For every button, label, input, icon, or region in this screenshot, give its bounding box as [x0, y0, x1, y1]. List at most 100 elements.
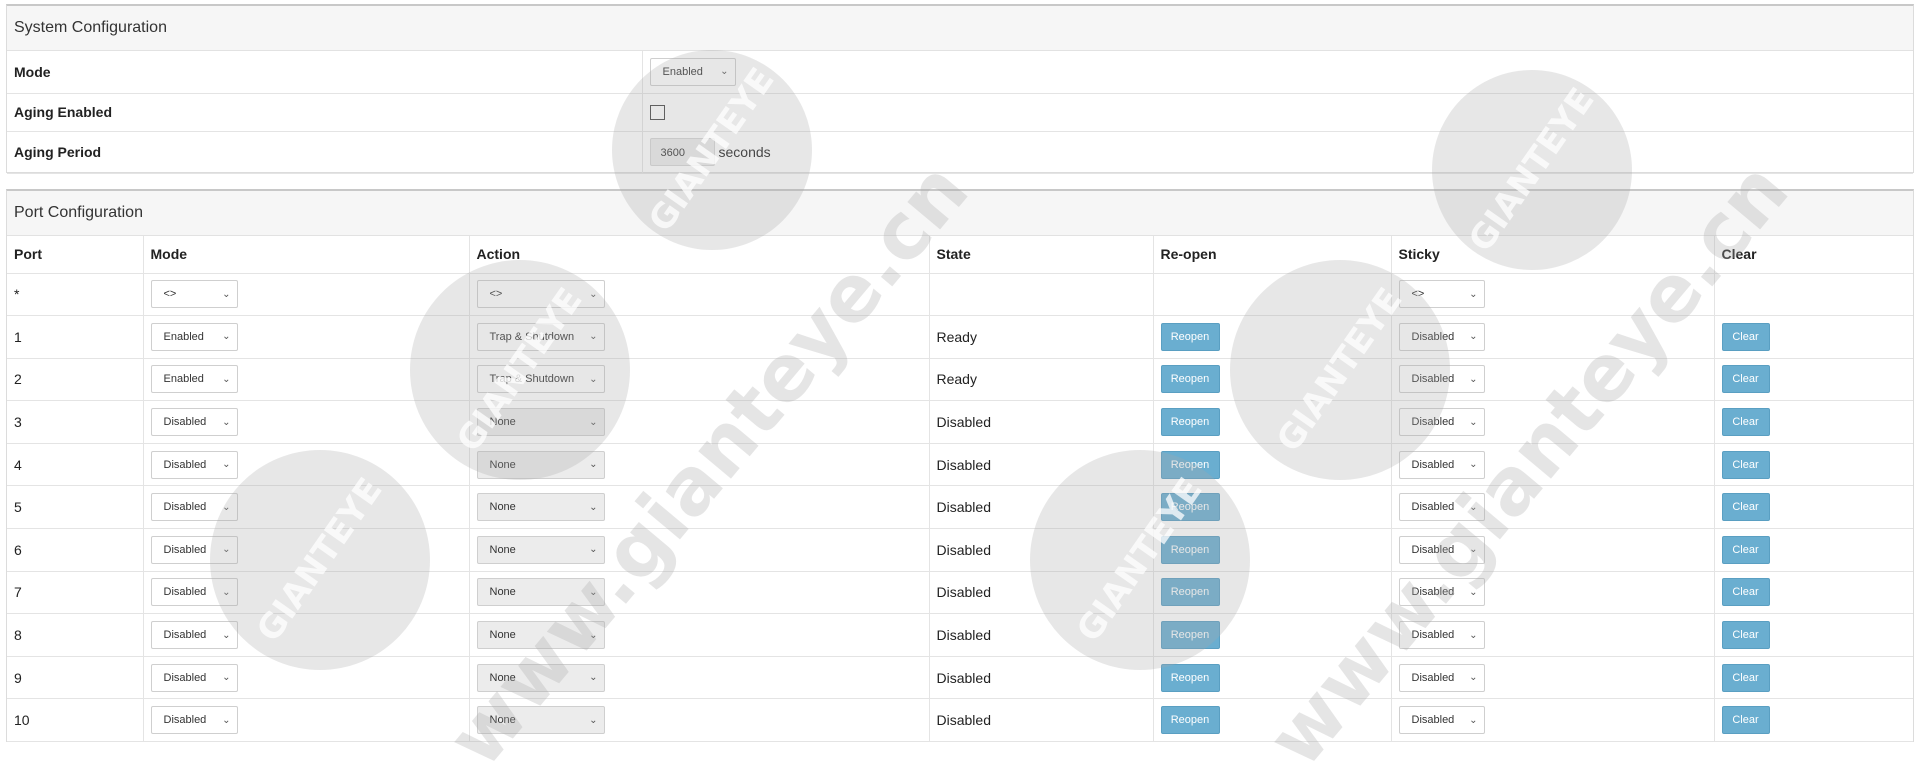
aging-enabled-checkbox[interactable]: [649, 105, 665, 121]
sticky-select[interactable]: Disabled ⌄: [1398, 493, 1485, 522]
table-header-row: Port Mode Action State Re-open Sticky Cl…: [7, 236, 1913, 274]
sticky-select[interactable]: Disabled ⌄: [1398, 322, 1485, 351]
state-cell: Ready: [929, 315, 1154, 359]
reopen-button[interactable]: Reopen: [1160, 535, 1220, 564]
port-configuration-table: Port Mode Action State Re-open Sticky Cl…: [7, 236, 1913, 743]
mode-select[interactable]: Enabled ⌄: [150, 365, 238, 394]
all-sticky-select[interactable]: <> ⌄: [1398, 280, 1485, 309]
table-row: 5 Disabled ⌄ None ⌄ Disabled Reopen Disabled ⌄ Cl…: [7, 485, 1913, 530]
chevron-down-icon: ⌄: [222, 672, 231, 684]
chevron-down-icon: ⌄: [589, 373, 598, 385]
action-select[interactable]: None ⌄: [476, 493, 605, 522]
mode-select[interactable]: Disabled ⌄: [150, 493, 238, 522]
sticky-select[interactable]: Disabled ⌄: [1398, 706, 1485, 735]
mode-select[interactable]: Disabled ⌄: [150, 408, 238, 437]
sticky-select[interactable]: Disabled ⌄: [1398, 408, 1485, 437]
port-cell: 9: [7, 656, 144, 700]
port-cell: 3: [7, 400, 144, 444]
action-select[interactable]: None ⌄: [476, 450, 605, 479]
chevron-down-icon: ⌄: [589, 331, 598, 343]
clear-button[interactable]: Clear: [1721, 663, 1770, 692]
aging-period-input[interactable]: 3600: [649, 138, 715, 166]
chevron-down-icon: ⌄: [222, 331, 231, 343]
port-cell: 10: [7, 698, 144, 743]
clear-button[interactable]: Clear: [1721, 408, 1770, 437]
reopen-button[interactable]: Reopen: [1160, 450, 1220, 479]
chevron-down-icon: ⌄: [589, 544, 598, 556]
reopen-button[interactable]: Reopen: [1160, 578, 1220, 607]
chevron-down-icon: ⌄: [222, 714, 231, 726]
action-select[interactable]: None ⌄: [476, 408, 605, 437]
clear-button[interactable]: Clear: [1721, 450, 1770, 479]
reopen-button[interactable]: Reopen: [1160, 706, 1220, 735]
header-clear: Clear: [1714, 236, 1913, 274]
header-sticky: Sticky: [1391, 236, 1715, 274]
table-row: 4 Disabled ⌄ None ⌄ Disabled Reopen Disabled ⌄ Cl…: [7, 443, 1913, 487]
chevron-down-icon: ⌄: [1469, 714, 1478, 726]
all-mode-select[interactable]: <> ⌄: [150, 280, 238, 309]
action-select[interactable]: None ⌄: [476, 578, 605, 607]
port-cell: 2: [7, 358, 144, 402]
sticky-select[interactable]: Disabled ⌄: [1398, 450, 1485, 479]
clear-button[interactable]: Clear: [1721, 322, 1770, 351]
port-cell: 4: [7, 443, 144, 487]
chevron-down-icon: ⌄: [1469, 288, 1478, 300]
port-cell: 7: [7, 571, 144, 615]
state-cell: Disabled: [929, 400, 1154, 444]
chevron-down-icon: ⌄: [1469, 501, 1478, 513]
aging-period-row: Aging Period 3600 seconds: [7, 131, 1913, 174]
clear-button[interactable]: Clear: [1721, 706, 1770, 735]
chevron-down-icon: ⌄: [589, 672, 598, 684]
mode-select[interactable]: Disabled ⌄: [150, 450, 238, 479]
reopen-button[interactable]: Reopen: [1160, 365, 1220, 394]
reopen-button[interactable]: Reopen: [1160, 621, 1220, 650]
chevron-down-icon: ⌄: [589, 459, 598, 471]
port-configuration-title: Port Configuration: [7, 191, 1913, 236]
mode-select[interactable]: Disabled ⌄: [150, 578, 238, 607]
chevron-down-icon: ⌄: [1469, 629, 1478, 641]
header-reopen: Re-open: [1153, 236, 1392, 274]
sticky-select[interactable]: Disabled ⌄: [1398, 621, 1485, 650]
action-select[interactable]: None ⌄: [476, 663, 605, 692]
system-configuration-title: System Configuration: [7, 6, 1913, 51]
chevron-down-icon: ⌄: [589, 501, 598, 513]
reopen-button[interactable]: Reopen: [1160, 322, 1220, 351]
table-row: 3 Disabled ⌄ None ⌄ Disabled Reopen Disabled ⌄ Cl…: [7, 400, 1913, 444]
mode-select[interactable]: Disabled ⌄: [150, 535, 238, 564]
table-row: 10 Disabled ⌄ None ⌄ Disabled Reopen Disabled ⌄ C…: [7, 698, 1913, 743]
action-select[interactable]: Trap & Shutdown ⌄: [476, 322, 605, 351]
mode-row: Mode Enabled ⌄: [7, 51, 1913, 94]
clear-button[interactable]: Clear: [1721, 493, 1770, 522]
mode-select[interactable]: Enabled ⌄: [150, 322, 238, 351]
port-cell: 5: [7, 485, 144, 530]
sticky-select[interactable]: Disabled ⌄: [1398, 663, 1485, 692]
reopen-button[interactable]: Reopen: [1160, 493, 1220, 522]
clear-button[interactable]: Clear: [1721, 578, 1770, 607]
chevron-down-icon: ⌄: [1469, 459, 1478, 471]
sticky-select[interactable]: Disabled ⌄: [1398, 578, 1485, 607]
chevron-down-icon: ⌄: [1469, 416, 1478, 428]
aging-period-unit: seconds: [718, 144, 771, 160]
reopen-button[interactable]: Reopen: [1160, 663, 1220, 692]
action-select[interactable]: None ⌄: [476, 621, 605, 650]
port-cell: 1: [7, 315, 144, 359]
chevron-down-icon: ⌄: [222, 629, 231, 641]
table-row: 6 Disabled ⌄ None ⌄ Disabled Reopen Disabled ⌄ Cl…: [7, 528, 1913, 572]
clear-button[interactable]: Clear: [1721, 621, 1770, 650]
all-action-select[interactable]: <> ⌄: [476, 280, 605, 309]
action-select[interactable]: None ⌄: [476, 706, 605, 735]
chevron-down-icon: ⌄: [589, 416, 598, 428]
mode-select[interactable]: Disabled ⌄: [150, 706, 238, 735]
clear-button[interactable]: Clear: [1721, 535, 1770, 564]
action-select[interactable]: Trap & Shutdown ⌄: [476, 365, 605, 394]
action-select[interactable]: None ⌄: [476, 535, 605, 564]
state-cell: Disabled: [929, 443, 1154, 487]
chevron-down-icon: ⌄: [720, 66, 729, 78]
sticky-select[interactable]: Disabled ⌄: [1398, 535, 1485, 564]
system-mode-select[interactable]: Enabled ⌄: [649, 57, 736, 86]
mode-select[interactable]: Disabled ⌄: [150, 663, 238, 692]
reopen-button[interactable]: Reopen: [1160, 408, 1220, 437]
sticky-select[interactable]: Disabled ⌄: [1398, 365, 1485, 394]
mode-select[interactable]: Disabled ⌄: [150, 621, 238, 650]
clear-button[interactable]: Clear: [1721, 365, 1770, 394]
